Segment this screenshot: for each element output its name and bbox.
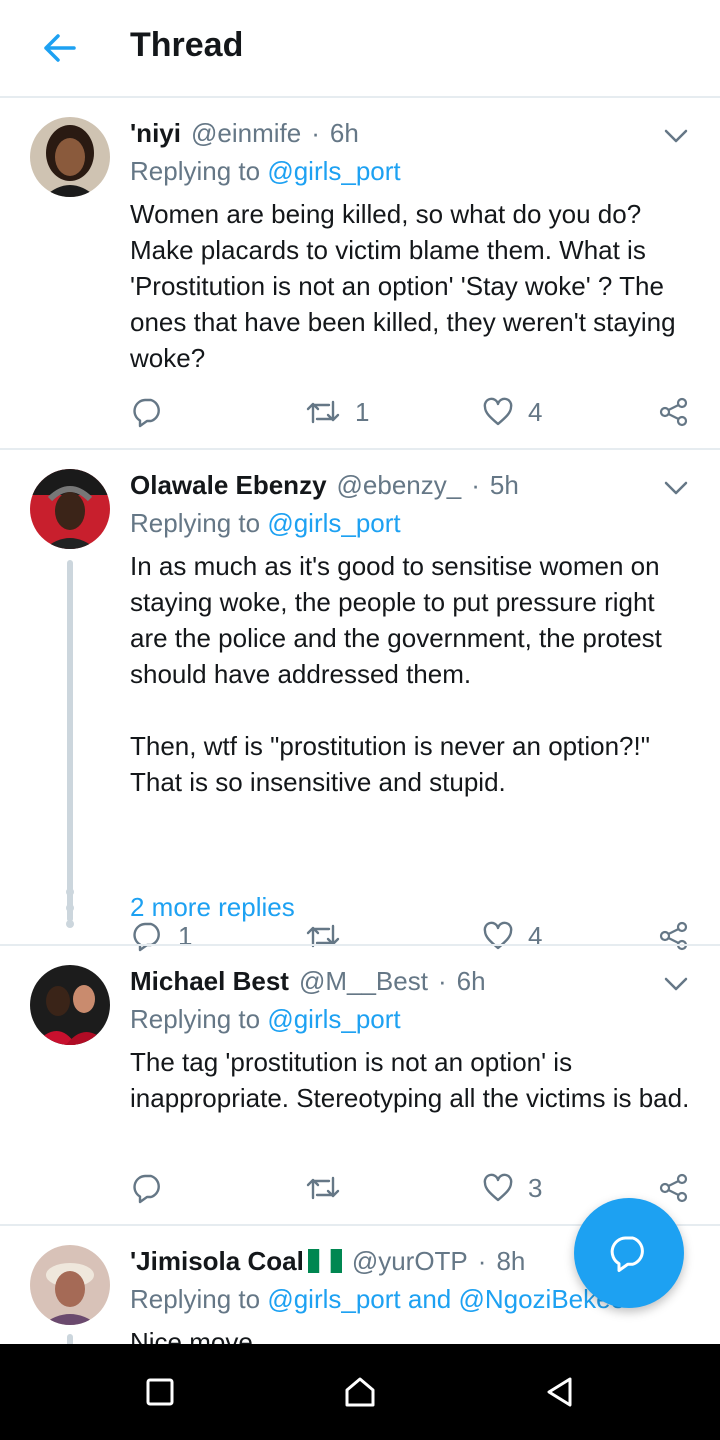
share-button[interactable] [658,1168,690,1208]
recents-square-icon [146,1378,174,1406]
tweet-card[interactable]: Olawale Ebenzy @ebenzy_ · 5h Replying to… [0,450,720,952]
separator-dot: · [471,469,480,500]
reply-bubble-icon [133,398,160,428]
home-button[interactable] [340,1372,380,1412]
tweet-text: Women are being killed, so what do you d… [130,199,683,373]
tweet-time: 5h [489,469,519,500]
tweet-card[interactable]: Michael Best @M__Best · 6h Replying to @… [0,946,720,1226]
arrow-left-icon [44,34,76,62]
compose-reply-icon [610,1236,644,1272]
retweet-count: 1 [355,396,370,427]
nigeria-flag-emoji [307,1249,342,1273]
like-button[interactable]: 3 [482,1168,542,1208]
more-replies-link[interactable]: 2 more replies [130,892,295,923]
tweet-time: 6h [456,965,486,996]
like-button[interactable]: 4 [482,392,542,432]
tweet-text: In as much as it's good to sensitise wom… [130,551,662,797]
author-handle[interactable]: @ebenzy_ [337,470,462,501]
reply-bubble-icon [133,1174,160,1204]
recents-button[interactable] [140,1372,180,1412]
tweet-header: 'Jimisola Coal @yurOTP · 8h [130,1244,525,1278]
mention-link[interactable]: @girls_port [267,1004,400,1034]
compose-reply-button[interactable] [574,1198,684,1308]
tweet-card[interactable]: 'niyi @einmife · 6h Replying to @girls_p… [0,100,720,450]
avatar[interactable] [30,1245,110,1325]
share-button[interactable] [658,392,690,432]
author-name[interactable]: 'Jimisola Coal [130,1246,304,1277]
replying-to: Replying to @girls_port [130,508,401,542]
separator-dot: · [477,1245,487,1276]
heart-icon [483,397,513,426]
share-icon [659,1173,688,1203]
more-replies-dot [66,888,74,896]
mention-link[interactable]: @girls_port and @NgoziBekee [267,1284,625,1314]
avatar[interactable] [30,965,110,1045]
replying-to: Replying to @girls_port and @NgoziBekee [130,1284,625,1318]
tweet-header: Olawale Ebenzy @ebenzy_ · 5h [130,468,519,502]
author-name[interactable]: 'niyi [130,118,181,149]
back-triangle-icon [547,1377,572,1407]
tweet-time: 6h [329,117,359,148]
replying-to-label: Replying to [130,508,261,538]
replying-to-label: Replying to [130,1004,261,1034]
reply-button[interactable] [132,1168,164,1208]
tweet-time: 8h [496,1245,526,1276]
thread-connector-line [67,560,73,922]
tweet-text: Nice move [130,1327,253,1344]
tweet-header: 'niyi @einmife · 6h [130,116,359,150]
back-nav-button[interactable] [540,1372,580,1412]
retweet-icon [306,1176,340,1200]
chevron-down-icon[interactable] [662,478,690,498]
author-handle[interactable]: @einmife [191,118,301,149]
retweet-button[interactable] [305,1168,341,1208]
reply-button[interactable] [132,392,164,432]
avatar[interactable] [30,469,110,549]
separator-dot: · [437,965,447,996]
page-title: Thread [130,26,244,64]
replying-to-label: Replying to [130,1284,261,1314]
like-count: 4 [528,396,543,427]
heart-icon [483,1173,513,1202]
home-icon [345,1377,375,1407]
share-icon [659,397,688,427]
tweet-header: Michael Best @M__Best · 6h [130,964,486,998]
author-handle[interactable]: @yurOTP [352,1246,468,1277]
like-count: 3 [528,1172,543,1203]
separator-dot: · [311,117,320,148]
mention-link[interactable]: @girls_port [267,156,400,186]
retweet-icon [306,400,340,424]
thread-feed[interactable]: 'niyi @einmife · 6h Replying to @girls_p… [0,100,720,1344]
top-app-bar: Thread [0,0,720,98]
more-replies-dot [66,920,74,928]
author-handle[interactable]: @M__Best [299,966,428,997]
retweet-button[interactable]: 1 [305,392,369,432]
more-replies-dot [66,904,74,912]
tweet-actions: 1 4 [0,392,720,432]
thread-connector-line [67,1334,73,1344]
replying-to-label: Replying to [130,156,261,186]
replying-to: Replying to @girls_port [130,156,401,190]
chevron-down-icon[interactable] [662,126,690,146]
back-button[interactable] [36,30,80,66]
avatar[interactable] [30,117,110,197]
system-navigation-bar [0,1344,720,1440]
tweet-text: The tag 'prostitution is not an option' … [130,1047,690,1113]
replying-to: Replying to @girls_port [130,1004,401,1038]
author-name[interactable]: Olawale Ebenzy [130,470,327,501]
mention-link[interactable]: @girls_port [267,508,400,538]
author-name[interactable]: Michael Best [130,966,289,997]
chevron-down-icon[interactable] [662,974,690,994]
